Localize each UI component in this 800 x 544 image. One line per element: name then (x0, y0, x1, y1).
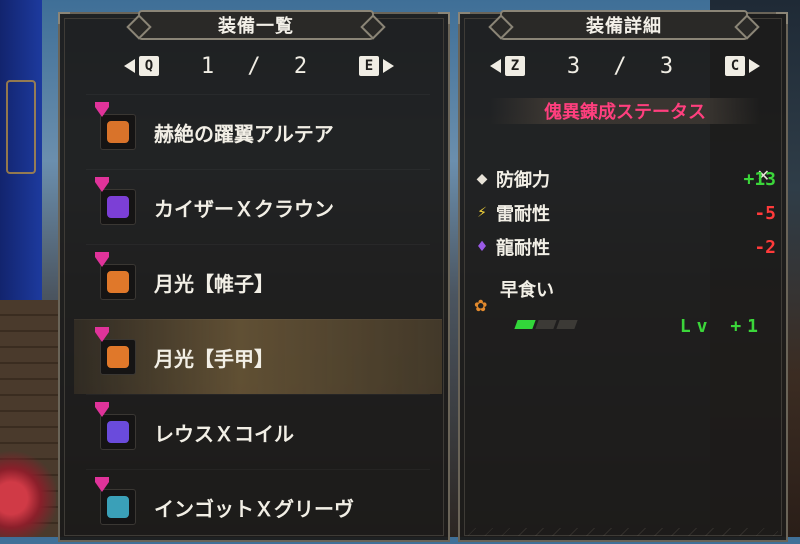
corner-ornament (776, 12, 788, 24)
page-indicator: 3 / 3 (566, 53, 684, 79)
greaves-icon (95, 477, 136, 525)
stat-value: +13 (743, 168, 776, 190)
armor-shape (107, 196, 129, 218)
skill-level: Lv +1 (679, 316, 764, 337)
prev-page-key[interactable]: Q (139, 56, 159, 76)
equipment-list-panel: 装備一覧 Q 1 / 2 E 赫絶の躍翼アルテア カイザーＸクラウン 月光【帷子】月… (58, 10, 450, 544)
panel-pattern (468, 528, 778, 536)
equipment-list-item[interactable]: 月光【帷子】 (86, 244, 430, 319)
equipment-list-item[interactable]: インゴットＸグリーヴ (86, 469, 430, 544)
skill-level-bar (514, 320, 536, 329)
next-page-key[interactable]: C (725, 56, 745, 76)
next-page-arrow-icon[interactable] (383, 59, 394, 73)
equipment-list-title: 装備一覧 (218, 16, 294, 37)
skill-level-bar (535, 320, 557, 329)
background-banner (0, 0, 42, 300)
stat-value: -2 (754, 236, 776, 258)
equipment-name: 月光【帷子】 (154, 271, 274, 296)
waist-armor-icon (95, 102, 136, 150)
equipment-list-item[interactable]: 月光【手甲】 (74, 319, 442, 394)
banner-emblem (6, 80, 36, 174)
stat-value: -5 (754, 202, 776, 224)
prev-page-key[interactable]: Z (505, 56, 525, 76)
equipment-detail-title: 装備詳細 (586, 16, 662, 37)
prev-page-arrow-icon[interactable] (490, 59, 501, 73)
tab-ornament (734, 14, 760, 40)
helm-icon (95, 177, 136, 225)
armor-shape (107, 496, 129, 518)
prev-page-arrow-icon[interactable] (124, 59, 135, 73)
equipment-name: カイザーＸクラウン (154, 196, 334, 221)
augment-gem-icon (95, 177, 109, 192)
armor-shape (107, 121, 129, 143)
stat-row-dragon: ♦ 龍耐性 -2 (474, 230, 782, 264)
augment-gem-icon (95, 102, 109, 117)
armor-shape (107, 346, 129, 368)
augment-gem-icon (95, 327, 109, 342)
corner-ornament (458, 12, 470, 24)
tab-ornament (360, 14, 386, 40)
equipment-list-item[interactable]: カイザーＸクラウン (86, 169, 430, 244)
stat-list: ◆ 防御力 ✕ +13 ⚡ 雷耐性 -5 ♦ 龍耐性 -2 (474, 162, 782, 264)
equipment-list: 赫絶の躍翼アルテア カイザーＸクラウン 月光【帷子】 月光【手甲】 レウスＸコイルインゴ… (74, 94, 442, 544)
next-page-key[interactable]: E (359, 56, 379, 76)
skill-level-bar (556, 320, 578, 329)
stat-label: 龍耐性 (496, 238, 550, 259)
corner-ornament (438, 12, 450, 24)
skill-row: 早食い ✿ Lv +1 (474, 276, 774, 337)
augment-gem-icon (95, 252, 109, 267)
coil-icon (95, 402, 136, 450)
equipment-name: 赫絶の躍翼アルテア (154, 121, 334, 146)
stat-row-thunder: ⚡ 雷耐性 -5 (474, 196, 782, 230)
panel-title: 装備詳細 (488, 10, 760, 40)
stat-label: 雷耐性 (496, 204, 550, 225)
dragon-icon: ♦ (475, 239, 489, 255)
page-indicator: 1 / 2 (200, 53, 318, 79)
equipment-list-item[interactable]: 赫絶の躍翼アルテア (86, 94, 430, 169)
stat-row-defense: ◆ 防御力 ✕ +13 (474, 162, 782, 196)
augment-gem-icon (95, 402, 109, 417)
equipment-detail-panel: 装備詳細 Z 3 / 3 C 傀異錬成ステータス ◆ 防御力 ✕ +13 ⚡ 雷… (458, 10, 788, 542)
corner-ornament (58, 12, 70, 24)
skill-jewel-icon: ✿ (474, 296, 488, 315)
panel-title: 装備一覧 (126, 10, 386, 40)
augment-status-title: 傀異錬成ステータス (490, 98, 760, 124)
equipment-name: 月光【手甲】 (154, 346, 274, 371)
background-creature (0, 440, 56, 537)
detail-pager: Z 3 / 3 C (490, 53, 760, 79)
thunder-icon: ⚡ (477, 205, 487, 221)
next-page-arrow-icon[interactable] (749, 59, 760, 73)
chest-armor-icon (95, 252, 136, 300)
skill-level-bars (514, 320, 578, 329)
gauntlet-icon (95, 327, 136, 375)
tab-ornament (126, 14, 152, 40)
skill-name: 早食い (500, 280, 554, 301)
equipment-name: インゴットＸグリーヴ (154, 496, 354, 521)
equipment-name: レウスＸコイル (154, 421, 294, 446)
augment-gem-icon (95, 477, 109, 492)
list-pager: Q 1 / 2 E (124, 53, 394, 79)
tab-ornament (488, 14, 514, 40)
armor-shape (107, 421, 129, 443)
armor-shape (107, 271, 129, 293)
equipment-list-item[interactable]: レウスＸコイル (86, 394, 430, 469)
defense-diamond-icon: ◆ (476, 171, 488, 187)
stat-label: 防御力 (496, 170, 550, 191)
